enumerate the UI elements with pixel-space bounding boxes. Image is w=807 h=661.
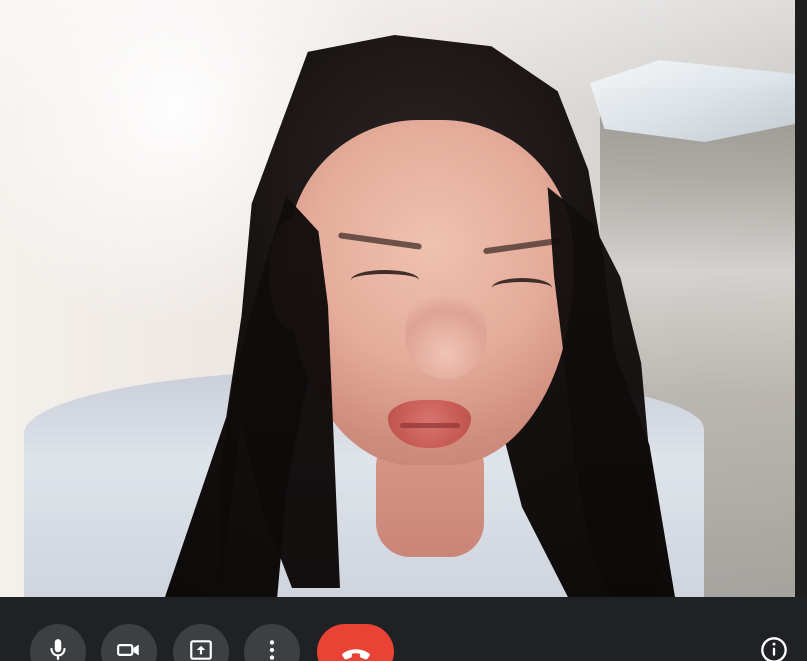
mouth-line [400, 423, 460, 428]
call-end-icon [341, 649, 370, 660]
meeting-controls-bar [0, 597, 807, 661]
video-call-window [0, 0, 807, 661]
video-side-border [795, 0, 807, 597]
participant-video [0, 0, 795, 597]
microphone-icon [50, 639, 66, 660]
more-vertical-icon [269, 640, 275, 660]
meeting-info-button[interactable] [760, 636, 788, 661]
left-eye [351, 270, 419, 290]
microphone-button[interactable] [30, 624, 86, 661]
participant-nose [405, 287, 487, 379]
camera-button[interactable] [101, 624, 157, 661]
present-button[interactable] [173, 624, 229, 661]
more-options-button[interactable] [244, 624, 300, 661]
right-eye [492, 278, 552, 298]
video-camera-icon [117, 644, 139, 656]
present-screen-icon [190, 640, 212, 660]
leave-call-button[interactable] [317, 624, 394, 661]
info-icon [761, 637, 787, 661]
